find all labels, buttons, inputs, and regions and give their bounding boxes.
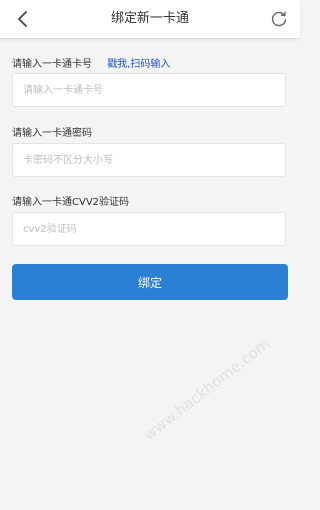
- card-number-input[interactable]: [12, 73, 286, 107]
- scan-code-link[interactable]: 戳我,扫码输入: [107, 59, 170, 70]
- chevron-left-icon: [18, 11, 27, 27]
- password-label: 请输入一卡通密码: [12, 128, 92, 139]
- page-title: 绑定新一卡通: [110, 11, 189, 26]
- cvv-input[interactable]: [12, 212, 286, 246]
- top-nav-bar: 绑定新一卡通: [0, 0, 300, 39]
- cvv-label: 请输入一卡通CVV2验证码: [12, 197, 130, 208]
- bind-button[interactable]: 绑定: [12, 264, 288, 300]
- watermark: www.hackhome.com: [140, 334, 274, 445]
- card-number-label: 请输入一卡通卡号: [12, 59, 92, 70]
- refresh-icon: [271, 11, 287, 27]
- back-button[interactable]: [10, 6, 36, 32]
- password-input[interactable]: [12, 143, 286, 177]
- refresh-button[interactable]: [266, 6, 292, 32]
- card-number-label-row: 请输入一卡通卡号 戳我,扫码输入: [12, 55, 170, 70]
